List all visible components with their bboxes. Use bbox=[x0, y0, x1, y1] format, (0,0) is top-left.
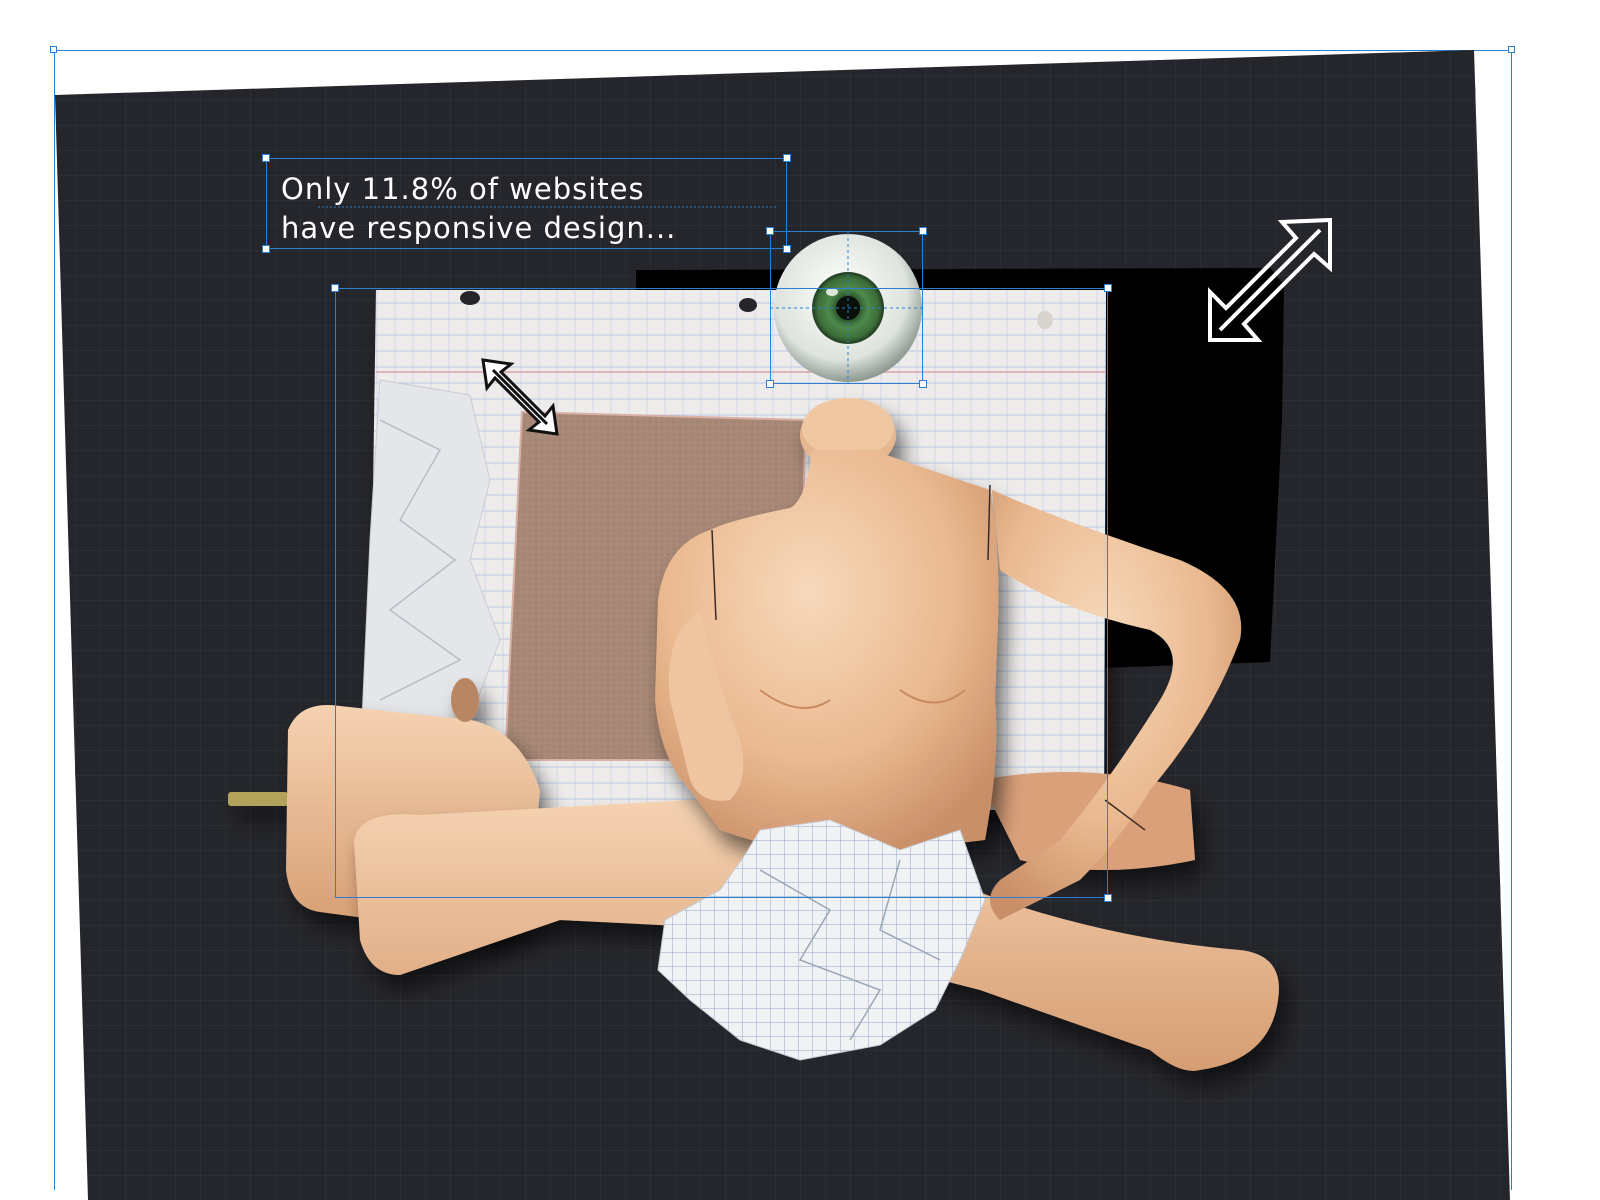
paper-handle-br[interactable] bbox=[1104, 894, 1112, 902]
paper-selection-box[interactable] bbox=[335, 288, 1108, 898]
caption-selection-box[interactable] bbox=[266, 158, 787, 249]
paper-handle-tr[interactable] bbox=[1104, 284, 1112, 292]
caption-handle-tl[interactable] bbox=[262, 154, 270, 162]
eyeball-handle-bl[interactable] bbox=[766, 380, 774, 388]
paper-handle-tl[interactable] bbox=[331, 284, 339, 292]
caption-handle-bl[interactable] bbox=[262, 245, 270, 253]
eyeball-handle-br[interactable] bbox=[919, 380, 927, 388]
eyeball-handle-tr[interactable] bbox=[919, 227, 927, 235]
eyeball-selection-box[interactable] bbox=[770, 231, 923, 384]
eyeball-handle-tl[interactable] bbox=[766, 227, 774, 235]
caption-handle-tr[interactable] bbox=[783, 154, 791, 162]
